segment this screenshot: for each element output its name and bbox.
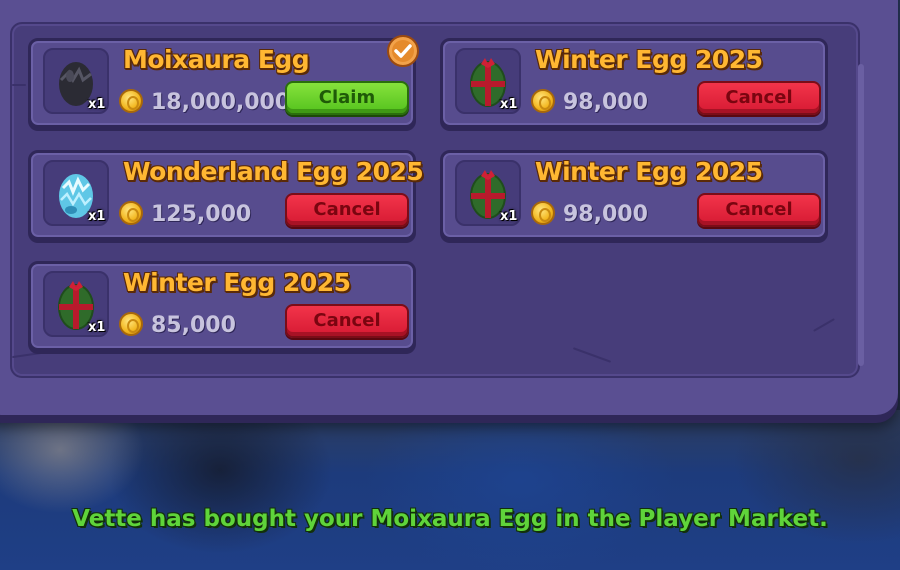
item-quantity: x1 (500, 209, 518, 224)
gold-coin-icon (119, 201, 143, 225)
cancel-button[interactable]: Cancel (697, 81, 821, 115)
checkmark-icon (387, 35, 419, 67)
gold-coin-icon (531, 201, 555, 225)
item-name: Winter Egg 2025 (535, 45, 763, 74)
item-price: 125,000 (151, 202, 252, 227)
game-world-background (0, 410, 900, 570)
listing-card: x1 Moixaura Egg 18,000,000 Claim (28, 35, 419, 128)
listings-scrollbar[interactable] (858, 64, 864, 366)
item-name: Winter Egg 2025 (123, 268, 351, 297)
item-price: 98,000 (563, 202, 648, 227)
item-quantity: x1 (88, 97, 106, 112)
item-price: 85,000 (151, 313, 236, 338)
listing-card: x1 Wonderland Egg 2025 125,000 Cancel (28, 150, 424, 240)
item-quantity: x1 (500, 97, 518, 112)
cancel-button[interactable]: Cancel (697, 193, 821, 227)
item-price: 18,000,000 (151, 90, 291, 115)
listing-card: x1 Winter Egg 2025 85,000 Cancel (28, 261, 416, 351)
item-name: Moixaura Egg (123, 45, 310, 74)
purchase-notification: Vette has bought your Moixaura Egg in th… (72, 506, 828, 532)
item-quantity: x1 (88, 320, 106, 335)
claim-button[interactable]: Claim (285, 81, 409, 115)
listing-card: x1 Winter Egg 2025 98,000 Cancel (440, 38, 828, 128)
gold-coin-icon (119, 312, 143, 336)
item-name: Wonderland Egg 2025 (123, 157, 424, 186)
cancel-button[interactable]: Cancel (285, 304, 409, 338)
gold-coin-icon (531, 89, 555, 113)
listing-card: x1 Winter Egg 2025 98,000 Cancel (440, 150, 828, 240)
item-quantity: x1 (88, 209, 106, 224)
cancel-button[interactable]: Cancel (285, 193, 409, 227)
gold-coin-icon (119, 89, 143, 113)
item-price: 98,000 (563, 90, 648, 115)
item-name: Winter Egg 2025 (535, 157, 763, 186)
